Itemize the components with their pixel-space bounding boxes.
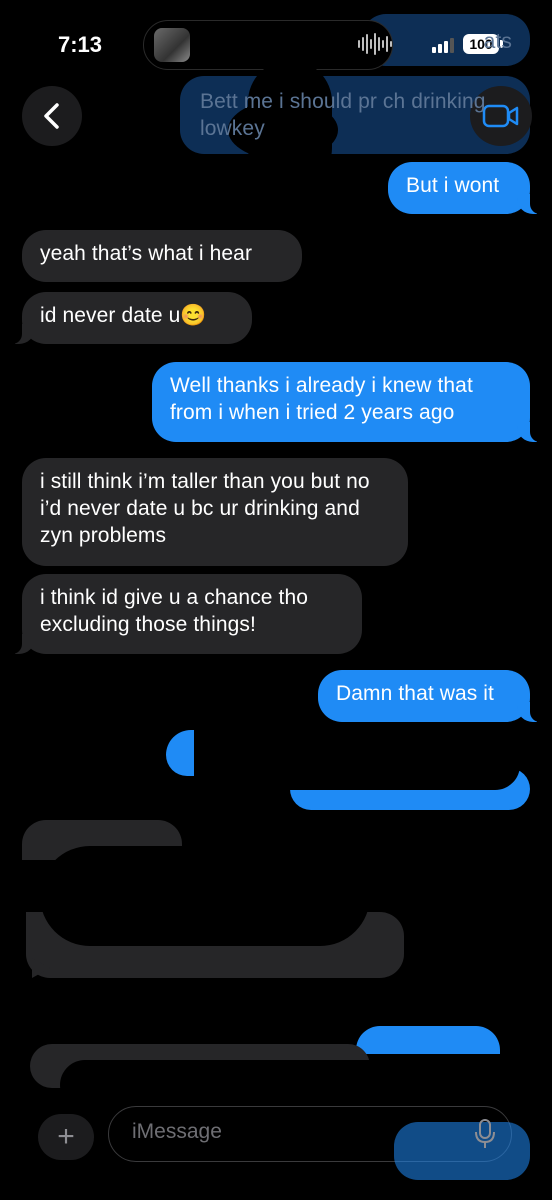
message-bubble-sent[interactable]: Well thanks i already i knew that from i… — [152, 362, 540, 442]
video-camera-icon — [482, 104, 519, 128]
message-bubble-received[interactable]: i think id give u a chance tho excluding… — [12, 574, 362, 654]
message-text: yeah that’s what i hear — [40, 242, 253, 265]
redaction-mark — [260, 740, 520, 790]
message-text: But i wont — [406, 174, 500, 197]
message-text: i think id give u a chance tho excluding… — [40, 586, 309, 636]
cellular-signal-icon — [432, 38, 454, 53]
message-text: Well thanks i already i knew that from i… — [170, 374, 473, 424]
status-time: 7:13 — [58, 32, 103, 57]
plus-icon: + — [57, 1120, 75, 1153]
message-bubble-sent[interactable]: But i wont — [388, 162, 540, 214]
redaction-mark — [40, 846, 370, 946]
redacted-sent-bubble-fragment — [356, 1026, 500, 1054]
waveform-icon — [358, 32, 392, 56]
imessage-placeholder: iMessage — [132, 1120, 222, 1143]
redacted-sent-bubble-fragment — [166, 730, 194, 776]
message-bubble-received[interactable]: yeah that’s what i hear — [22, 230, 302, 282]
message-text: ats — [483, 30, 512, 53]
message-bubble-sent[interactable]: Damn that was it — [318, 670, 540, 722]
message-bubble-received[interactable]: i still think i’m taller than you but no… — [22, 458, 408, 566]
message-bubble-received[interactable]: id never date u😊 — [12, 292, 252, 344]
message-text: id never date u😊 — [40, 304, 207, 327]
redacted-sent-bubble-fragment — [394, 1122, 530, 1180]
chevron-left-icon — [44, 103, 59, 129]
redaction-mark — [60, 1060, 420, 1110]
message-text: i still think i’m taller than you but no… — [40, 470, 370, 547]
message-text: Damn that was it — [336, 682, 494, 705]
apps-plus-button[interactable]: + — [38, 1114, 94, 1160]
microphone-icon[interactable] — [472, 1118, 498, 1150]
now-playing-artwork — [154, 28, 190, 62]
back-button[interactable] — [22, 86, 82, 146]
